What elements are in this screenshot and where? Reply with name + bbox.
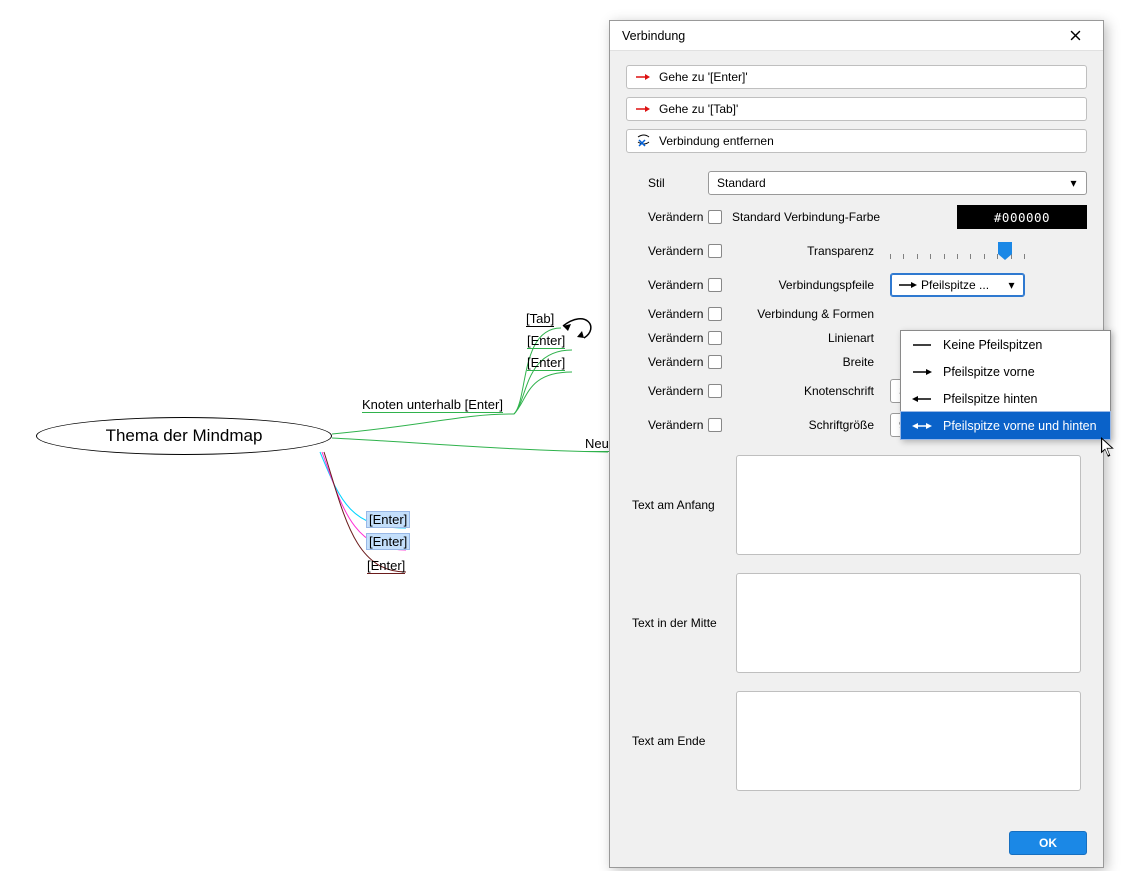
arrows-option-front[interactable]: Pfeilspitze vorne: [901, 358, 1110, 385]
chevron-down-icon: ▾: [1002, 274, 1020, 296]
change-label-transp: Verändern: [626, 244, 698, 258]
leaf-enter-1[interactable]: [Enter]: [527, 333, 565, 349]
leaf-enter-sel-1[interactable]: [Enter]: [367, 512, 409, 527]
slider-thumb[interactable]: [998, 242, 1012, 254]
leaf-tab[interactable]: [Tab]: [526, 311, 554, 327]
change-transparency-checkbox[interactable]: [708, 244, 722, 258]
leaf-enter-sel-2[interactable]: [Enter]: [367, 534, 409, 549]
lineart-label: Linienart: [732, 331, 880, 345]
leaf-enter-2[interactable]: [Enter]: [527, 355, 565, 371]
text-start-input[interactable]: [736, 455, 1081, 555]
center-node-text: Thema der Mindmap: [106, 426, 263, 446]
change-label-lineart: Verändern: [626, 331, 698, 345]
shapes-label: Verbindung & Formen: [732, 307, 880, 321]
change-lineart-checkbox[interactable]: [708, 331, 722, 345]
style-combo[interactable]: Standard ▾: [708, 171, 1087, 195]
change-label-shapes: Verändern: [626, 307, 698, 321]
arrows-dropdown: Keine Pfeilspitzen Pfeilspitze vorne Pfe…: [900, 330, 1111, 440]
std-conn-color-label: Standard Verbindung-Farbe: [732, 210, 880, 224]
remove-link-icon: [635, 133, 651, 149]
arrows-option-both[interactable]: Pfeilspitze vorne und hinten: [901, 412, 1110, 439]
width-label: Breite: [732, 355, 880, 369]
goto-tab-button[interactable]: Gehe zu '[Tab]': [626, 97, 1087, 121]
color-field[interactable]: #000000: [957, 205, 1087, 229]
arrows-option-back[interactable]: Pfeilspitze hinten: [901, 385, 1110, 412]
change-label-nodefont: Verändern: [626, 384, 698, 398]
nodefont-label: Knotenschrift: [732, 384, 880, 398]
ok-button[interactable]: OK: [1009, 831, 1087, 855]
arrow-right-icon: [635, 69, 651, 85]
change-shapes-checkbox[interactable]: [708, 307, 722, 321]
goto-enter-button[interactable]: Gehe zu '[Enter]': [626, 65, 1087, 89]
arrow-both-icon: [911, 422, 933, 430]
change-arrows-checkbox[interactable]: [708, 278, 722, 292]
leaf-enter-3[interactable]: [Enter]: [367, 558, 405, 574]
arrow-left-icon: [911, 395, 933, 403]
fontsize-label: Schriftgröße: [732, 418, 880, 432]
transparency-slider[interactable]: [890, 239, 1025, 263]
center-node[interactable]: Thema der Mindmap: [36, 417, 332, 455]
text-mid-input[interactable]: [736, 573, 1081, 673]
arrows-combo[interactable]: Pfeilspitze ... ▾: [890, 273, 1025, 297]
change-fontsize-checkbox[interactable]: [708, 418, 722, 432]
arrow-right-icon: [635, 101, 651, 117]
line-icon: [911, 341, 933, 349]
text-mid-label: Text in der Mitte: [626, 616, 724, 630]
connection-dialog: Verbindung Gehe zu '[Enter]' Gehe zu '[T…: [609, 20, 1104, 868]
change-label-width: Verändern: [626, 355, 698, 369]
change-width-checkbox[interactable]: [708, 355, 722, 369]
style-label: Stil: [626, 176, 698, 190]
change-nodefont-checkbox[interactable]: [708, 384, 722, 398]
change-label-fontsize: Verändern: [626, 418, 698, 432]
branch-knoten-unterhalb[interactable]: Knoten unterhalb [Enter]: [362, 397, 503, 413]
cursor-icon: [1101, 437, 1115, 455]
text-end-input[interactable]: [736, 691, 1081, 791]
change-label-arrows: Verändern: [626, 278, 698, 292]
arrows-option-none[interactable]: Keine Pfeilspitzen: [901, 331, 1110, 358]
dialog-title: Verbindung: [622, 29, 685, 43]
close-button[interactable]: [1055, 22, 1095, 50]
text-end-label: Text am Ende: [626, 734, 724, 748]
change-label-color: Verändern: [626, 210, 698, 224]
text-start-label: Text am Anfang: [626, 498, 724, 512]
remove-connection-button[interactable]: Verbindung entfernen: [626, 129, 1087, 153]
branch-neu[interactable]: Neu: [585, 436, 609, 452]
dialog-titlebar: Verbindung: [610, 21, 1103, 51]
arrows-label: Verbindungspfeile: [732, 278, 880, 292]
change-color-checkbox[interactable]: [708, 210, 722, 224]
chevron-down-icon: ▾: [1064, 172, 1082, 194]
transparency-label: Transparenz: [732, 244, 880, 258]
arrow-right-icon: [911, 368, 933, 376]
